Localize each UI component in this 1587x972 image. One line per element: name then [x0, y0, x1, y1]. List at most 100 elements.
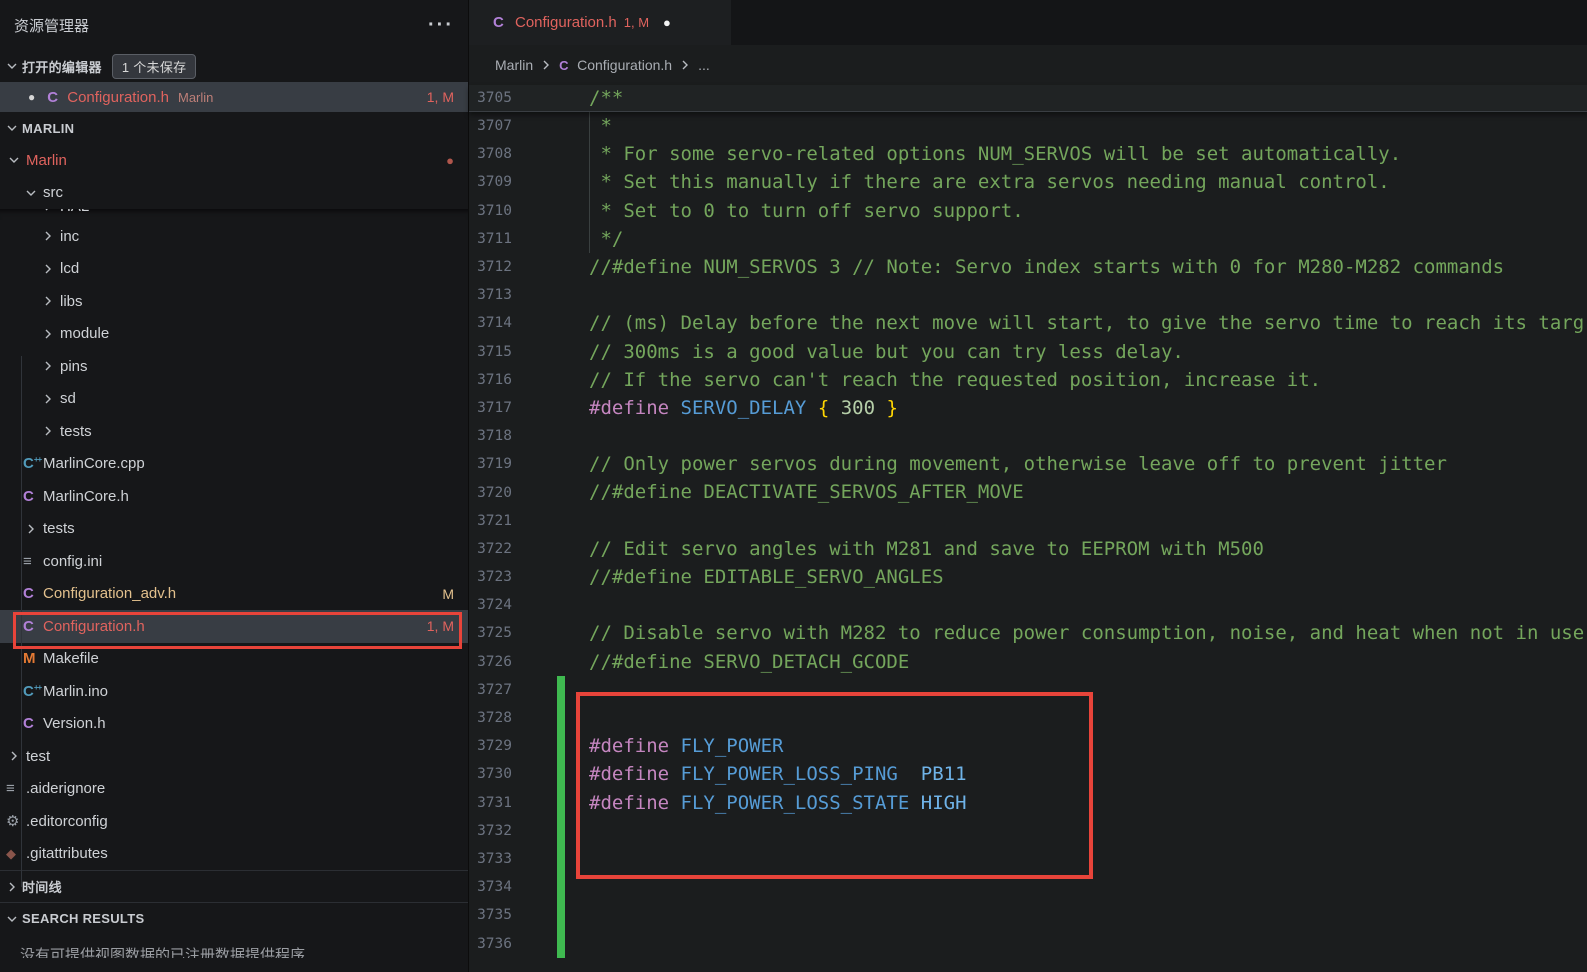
tree-item-label: Makefile [43, 650, 99, 667]
gutter [512, 535, 589, 563]
code-line-3728[interactable]: 3728 [469, 704, 1587, 732]
breadcrumb-item-Configuration.h[interactable]: Configuration.h [577, 57, 672, 73]
line-number: 3717 [469, 400, 512, 416]
line-number: 3718 [469, 428, 512, 444]
tab-configuration-h[interactable]: C Configuration.h 1, M ● [469, 0, 731, 45]
gutter [512, 112, 589, 140]
code-line-3730[interactable]: 3730#define FLY_POWER_LOSS_PING PB11 [469, 760, 1587, 788]
sticky-scroll-line[interactable]: 3705 /** [469, 85, 1587, 112]
code-line-3719[interactable]: 3719// Only power servos during movement… [469, 450, 1587, 478]
gutter [512, 422, 589, 450]
code-line-3733[interactable]: 3733 [469, 845, 1587, 873]
c-file-icon: C [47, 89, 67, 106]
line-number: 3733 [469, 851, 512, 867]
code-line-3734[interactable]: 3734 [469, 873, 1587, 901]
problems-git-decoration: 1, M [427, 89, 454, 105]
sticky-line-text: /** [589, 84, 623, 112]
tree-item-libs[interactable]: libs [0, 285, 468, 318]
code-line-3715[interactable]: 3715// 300ms is a good value but you can… [469, 338, 1587, 366]
tree-item-tests[interactable]: tests [0, 415, 468, 448]
code-line-3718[interactable]: 3718 [469, 422, 1587, 450]
code-line-3717[interactable]: 3717#define SERVO_DELAY { 300 } [469, 394, 1587, 422]
code-line-3721[interactable]: 3721 [469, 507, 1587, 535]
tree-item-Marlin.ino[interactable]: C++Marlin.ino [0, 675, 468, 708]
gear-icon: ⚙ [6, 812, 26, 830]
gutter [512, 676, 589, 704]
tree-item-tests[interactable]: tests [0, 513, 468, 546]
code-line-text: //#define NUM_SERVOS 3 // Note: Servo in… [589, 253, 1504, 281]
line-number: 3715 [469, 344, 512, 360]
code-line-3735[interactable]: 3735 [469, 901, 1587, 929]
tree-item-inc[interactable]: inc [0, 220, 468, 253]
code-line-3720[interactable]: 3720//#define DEACTIVATE_SERVOS_AFTER_MO… [469, 478, 1587, 506]
dirty-dot-icon[interactable]: ● [663, 15, 671, 30]
breadcrumb-item-...[interactable]: ... [698, 57, 710, 73]
code-line-3725[interactable]: 3725// Disable servo with M282 to reduce… [469, 619, 1587, 647]
open-editors-header[interactable]: 打开的编辑器 1 个未保存 [0, 50, 468, 82]
code-line-3708[interactable]: 3708 * For some servo-related options NU… [469, 140, 1587, 168]
code-line-3709[interactable]: 3709 * Set this manually if there are ex… [469, 168, 1587, 196]
chevron-right-icon [40, 293, 60, 309]
code-line-3713[interactable]: 3713 [469, 281, 1587, 309]
tree-item-.editorconfig[interactable]: ⚙.editorconfig [0, 805, 468, 838]
tree-item-sd[interactable]: sd [0, 383, 468, 416]
chevron-right-icon [40, 326, 60, 342]
code-line-text: #define FLY_POWER [589, 732, 783, 760]
gutter [512, 366, 589, 394]
line-number: 3734 [469, 879, 512, 895]
code-line-3722[interactable]: 3722// Edit servo angles with M281 and s… [469, 535, 1587, 563]
code-line-3712[interactable]: 3712//#define NUM_SERVOS 3 // Note: Serv… [469, 253, 1587, 281]
code-line-text: //#define SERVO_DETACH_GCODE [589, 648, 909, 676]
tree-item-label: tests [43, 520, 75, 537]
tree-item-Configuration.h[interactable]: CConfiguration.h1, M [0, 610, 468, 643]
workspace-name: MARLIN [22, 121, 74, 136]
code-line-3732[interactable]: 3732 [469, 817, 1587, 845]
tree-item-label: tests [60, 423, 92, 440]
tree-item-Makefile[interactable]: MMakefile [0, 643, 468, 676]
c-header-icon: C [23, 488, 43, 505]
tree-item-.aiderignore[interactable]: ≡.aiderignore [0, 773, 468, 806]
tree-item-label: Version.h [43, 715, 106, 732]
code-line-3710[interactable]: 3710 * Set to 0 to turn off servo suppor… [469, 197, 1587, 225]
code-line-3711[interactable]: 3711 */ [469, 225, 1587, 253]
code-line-text: // If the servo can't reach the requeste… [589, 366, 1321, 394]
tree-item-label: inc [60, 228, 79, 245]
tree-item-MarlinCore.h[interactable]: CMarlinCore.h [0, 480, 468, 513]
code-line-3723[interactable]: 3723//#define EDITABLE_SERVO_ANGLES [469, 563, 1587, 591]
code-line-3736[interactable]: 3736 [469, 929, 1587, 957]
tree-item-Configuration_adv.h[interactable]: CConfiguration_adv.hM [0, 578, 468, 611]
open-editor-item-configuration-h[interactable]: ● C Configuration.h Marlin 1, M [0, 82, 468, 112]
tree-item-module[interactable]: module [0, 318, 468, 351]
gutter [512, 197, 589, 225]
code-line-3729[interactable]: 3729#define FLY_POWER [469, 732, 1587, 760]
explorer-root-header[interactable]: MARLIN [0, 112, 468, 144]
chevron-down-icon [4, 120, 22, 136]
line-number: 3723 [469, 569, 512, 585]
tree-item-.gitattributes[interactable]: ◆.gitattributes [0, 838, 468, 871]
tree-item-Version.h[interactable]: CVersion.h [0, 708, 468, 741]
breadcrumb-item-Marlin[interactable]: Marlin [495, 57, 533, 73]
code-line-3716[interactable]: 3716// If the servo can't reach the requ… [469, 366, 1587, 394]
line-number: 3711 [469, 231, 512, 247]
line-number: 3707 [469, 118, 512, 134]
more-actions-icon[interactable]: ··· [428, 14, 454, 37]
code-line-3731[interactable]: 3731#define FLY_POWER_LOSS_STATE HIGH [469, 789, 1587, 817]
tree-item-pins[interactable]: pins [0, 350, 468, 383]
tree-item-test[interactable]: test [0, 740, 468, 773]
tree-item-MarlinCore.cpp[interactable]: C++MarlinCore.cpp [0, 448, 468, 481]
code-line-3726[interactable]: 3726//#define SERVO_DETACH_GCODE [469, 648, 1587, 676]
tree-item-src[interactable]: src [0, 177, 468, 210]
code-line-3724[interactable]: 3724 [469, 591, 1587, 619]
tree-item-Marlin[interactable]: Marlin● [0, 144, 468, 177]
gutter [512, 225, 589, 253]
search-results-header[interactable]: SEARCH RESULTS [0, 902, 468, 934]
timeline-header[interactable]: 时间线 [0, 870, 468, 902]
code-line-3727[interactable]: 3727 [469, 676, 1587, 704]
tree-item-HAL[interactable]: HAL [0, 209, 468, 220]
tree-item-lcd[interactable]: lcd [0, 253, 468, 286]
code-line-3714[interactable]: 3714// (ms) Delay before the next move w… [469, 309, 1587, 337]
code-line-3707[interactable]: 3707 * [469, 112, 1587, 140]
chevron-right-icon [6, 748, 26, 764]
line-number: 3727 [469, 682, 512, 698]
tree-item-config.ini[interactable]: ≡config.ini [0, 545, 468, 578]
